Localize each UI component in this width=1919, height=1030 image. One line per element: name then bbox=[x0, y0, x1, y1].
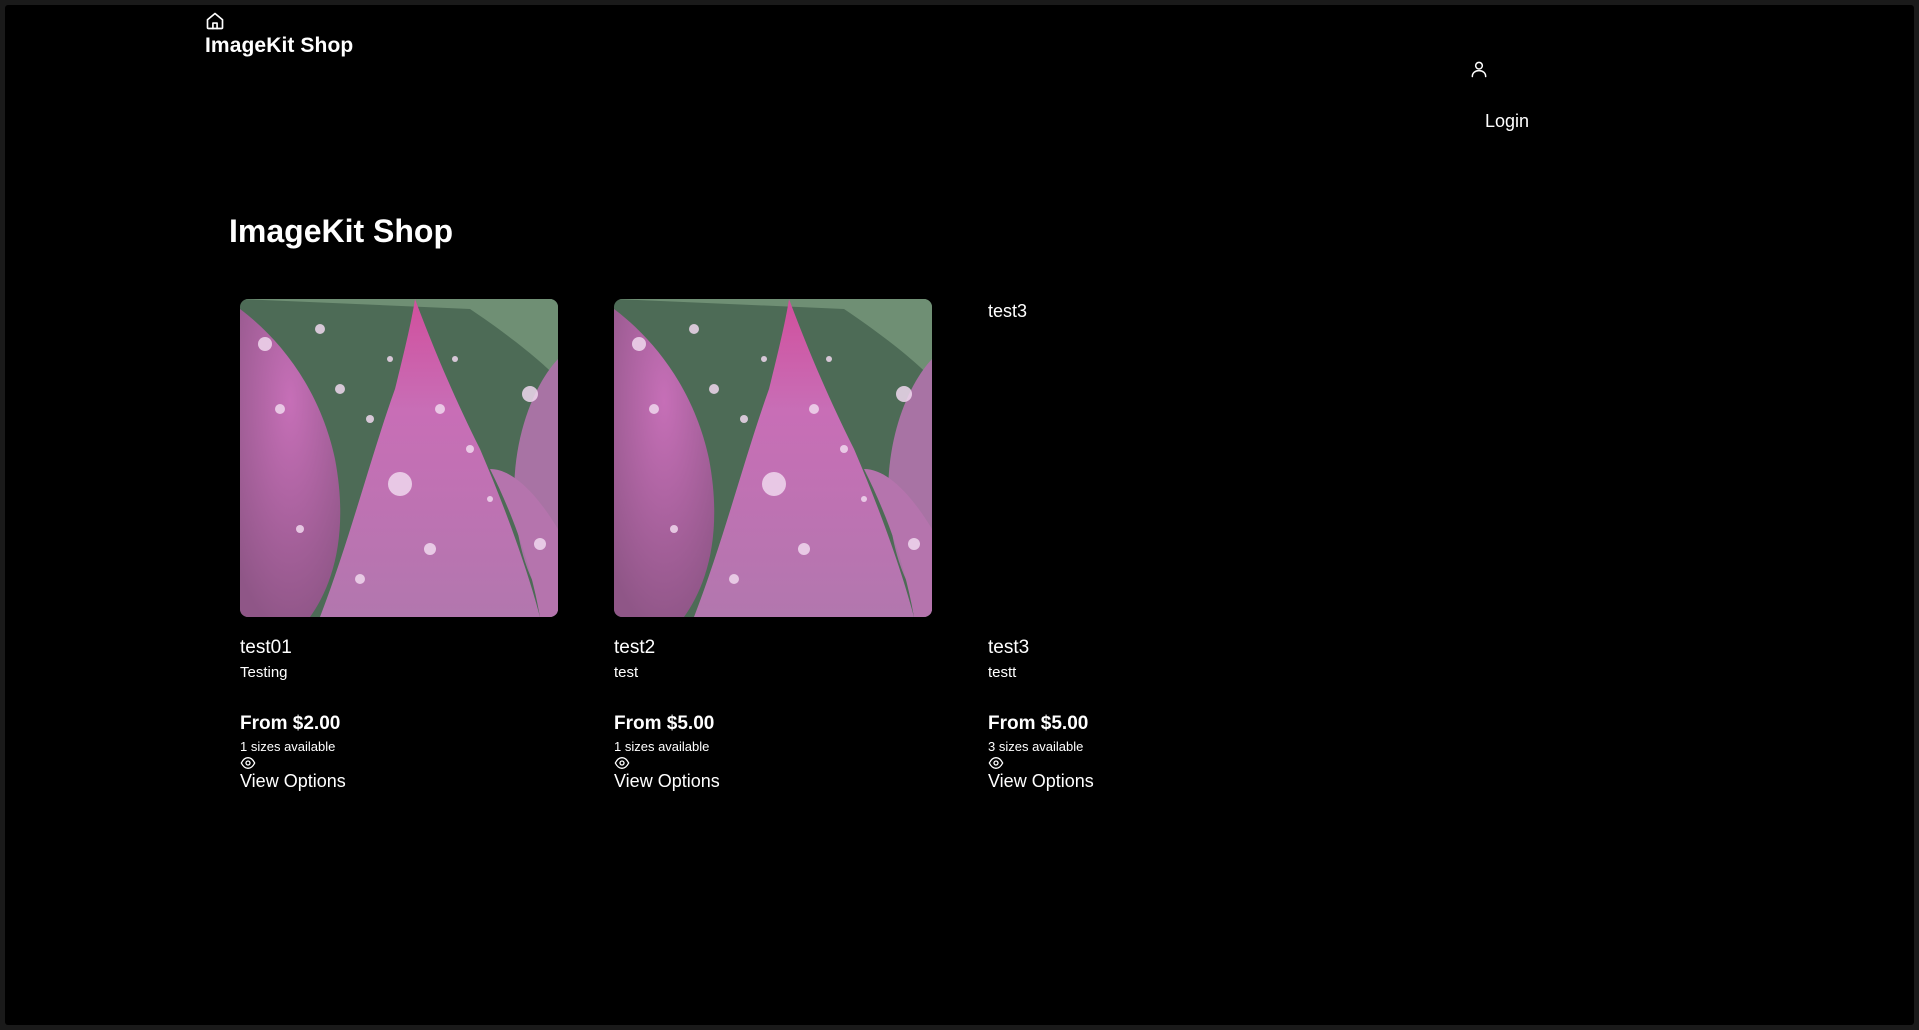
product-card[interactable]: test3 test3 testt From $5.00 3 sizes ava… bbox=[988, 299, 1306, 791]
brand-name: ImageKit Shop bbox=[205, 34, 354, 57]
product-card[interactable]: test2 test From $5.00 1 sizes available … bbox=[614, 299, 932, 791]
home-icon bbox=[206, 12, 224, 30]
product-image[interactable] bbox=[614, 299, 932, 617]
eye-icon bbox=[614, 756, 630, 770]
view-options-button[interactable]: View Options bbox=[988, 771, 1094, 792]
user-icon[interactable] bbox=[1469, 59, 1489, 79]
sizes-available: 1 sizes available bbox=[240, 739, 336, 754]
product-price: From $5.00 bbox=[614, 713, 715, 734]
view-options-button[interactable]: View Options bbox=[240, 771, 346, 792]
product-image-alt[interactable]: test3 bbox=[988, 299, 1306, 617]
sizes-available: 1 sizes available bbox=[614, 739, 710, 754]
sizes-available: 3 sizes available bbox=[988, 739, 1084, 754]
page-title: ImageKit Shop bbox=[229, 213, 454, 249]
product-price: From $5.00 bbox=[988, 713, 1089, 734]
eye-icon bbox=[240, 756, 256, 770]
product-image[interactable] bbox=[240, 299, 558, 617]
home-link[interactable]: ImageKit Shop bbox=[205, 11, 353, 58]
eye-icon bbox=[988, 756, 1004, 770]
product-description: test bbox=[614, 664, 639, 681]
product-name[interactable]: test2 bbox=[614, 637, 655, 659]
product-card[interactable]: test01 Testing From $2.00 1 sizes availa… bbox=[240, 299, 558, 791]
product-name[interactable]: test01 bbox=[240, 637, 292, 659]
product-price: From $2.00 bbox=[240, 713, 341, 734]
product-description: Testing bbox=[240, 664, 288, 681]
view-options-button[interactable]: View Options bbox=[614, 771, 720, 792]
product-name[interactable]: test3 bbox=[988, 637, 1029, 659]
login-link[interactable]: Login bbox=[1485, 111, 1529, 132]
product-description: testt bbox=[988, 664, 1017, 681]
page-frame: ImageKit Shop Login ImageKit Shop test01… bbox=[5, 5, 1914, 1025]
